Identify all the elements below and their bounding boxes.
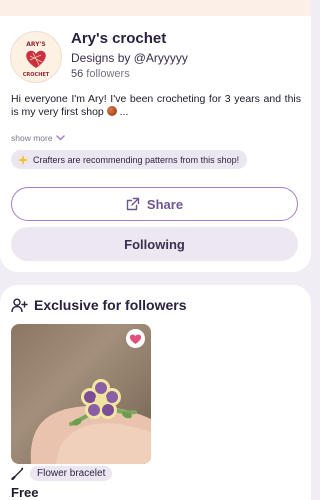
shop-name: Ary's crochet	[71, 30, 167, 47]
followers-label: followers	[83, 68, 130, 80]
bio-text: Hi everyone I'm Ary! I've been crochetin…	[11, 93, 301, 118]
followers-number: 56	[71, 68, 84, 80]
chevron-down-icon	[55, 135, 65, 141]
crochet-hook-icon	[11, 467, 24, 480]
designs-by: Designs by @Aryyyyy	[71, 51, 188, 65]
exclusive-header: Exclusive for followers	[11, 297, 187, 313]
product-tag[interactable]: Flower bracelet	[30, 466, 113, 481]
product-meta: Flower bracelet	[11, 466, 113, 481]
favorite-button[interactable]	[126, 329, 145, 348]
recommend-chip: Crafters are recommending patterns from …	[11, 150, 248, 169]
add-person-icon	[11, 297, 28, 312]
show-more-label: show more	[11, 133, 53, 143]
shop-profile-card: ARY'S CROCHET Ary's crochet Designs by @…	[0, 16, 311, 272]
recommend-chip-label: Crafters are recommending patterns from …	[33, 154, 240, 165]
product-image[interactable]	[11, 324, 151, 464]
share-icon	[126, 197, 140, 211]
designer-link[interactable]: @Aryyyyy	[134, 51, 188, 65]
shop-avatar[interactable]: ARY'S CROCHET	[10, 31, 62, 83]
followers-count[interactable]: 56 followers	[71, 68, 130, 80]
exclusive-section: Exclusive for followers Flower bracelet …	[0, 285, 311, 500]
svg-text:ARY'S: ARY'S	[26, 41, 45, 48]
svg-text:CROCHET: CROCHET	[23, 72, 50, 78]
show-more-button[interactable]: show more	[11, 133, 65, 143]
designs-prefix: Designs by	[71, 51, 134, 65]
yarn-heart-logo: ARY'S CROCHET	[23, 41, 50, 78]
bio-ellipsis: ...	[116, 106, 129, 118]
following-button[interactable]: Following	[11, 227, 298, 261]
share-label: Share	[146, 196, 184, 212]
product-price: Free	[11, 485, 39, 500]
share-button[interactable]: Share	[11, 187, 298, 221]
heart-icon	[129, 333, 142, 344]
shop-bio: Hi everyone I'm Ary! I've been crochetin…	[11, 93, 301, 119]
exclusive-title: Exclusive for followers	[34, 297, 187, 313]
yarn-ball-icon	[106, 106, 117, 116]
sparkle-icon	[17, 154, 29, 165]
following-label: Following	[124, 236, 185, 252]
